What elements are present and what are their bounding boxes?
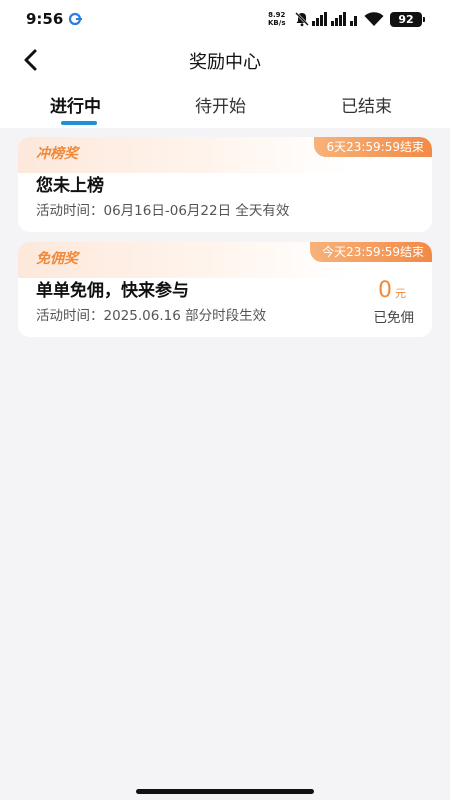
tab-ended[interactable]: 已结束	[341, 92, 392, 117]
card-title: 您未上榜	[36, 176, 104, 196]
status-bar: 9:56 8.92 KB/s 92	[0, 0, 450, 40]
home-indicator[interactable]	[136, 789, 314, 794]
wifi-icon	[364, 12, 384, 26]
reward-label: 已免佣	[373, 310, 415, 326]
network-speed-value: 8.92	[268, 11, 286, 19]
reward-card-commission-free[interactable]: 免佣奖 今天23:59:59结束 单单免佣，快来参与 活动时间：2025.06.…	[18, 242, 432, 337]
tab-in-progress[interactable]: 进行中	[50, 92, 101, 117]
activity-period: 活动时间：2025.06.16 部分时段生效	[36, 308, 267, 324]
back-arrow-icon[interactable]	[20, 48, 42, 72]
battery-icon: 92	[390, 12, 425, 27]
reward-amount-unit: 元	[395, 287, 406, 300]
status-time: 9:56	[26, 10, 64, 28]
tab-bar: 进行中 待开始 已结束	[0, 88, 450, 128]
nav-bar: 奖励中心	[0, 40, 450, 80]
card-title: 单单免佣，快来参与	[36, 281, 189, 301]
page-title: 奖励中心	[189, 52, 261, 73]
reward-tag: 冲榜奖	[36, 146, 78, 162]
network-speed: 8.92 KB/s	[268, 11, 285, 27]
active-tab-indicator	[61, 121, 97, 125]
countdown-badge: 6天23:59:59结束	[314, 137, 432, 157]
network-speed-unit: KB/s	[268, 19, 286, 27]
mute-bell-icon	[295, 12, 309, 27]
tab-upcoming[interactable]: 待开始	[195, 92, 246, 117]
signal-strength-icon	[312, 12, 357, 26]
top-area: 9:56 8.92 KB/s 92 奖励中心 进行中 待开始 已结束	[0, 0, 450, 128]
reward-amount-value: 0	[378, 278, 392, 303]
reward-card-ranking[interactable]: 冲榜奖 6天23:59:59结束 您未上榜 活动时间：06月16日-06月22日…	[18, 137, 432, 232]
app-notification-icon	[68, 12, 82, 26]
reward-tag: 免佣奖	[36, 251, 78, 267]
activity-period: 活动时间：06月16日-06月22日 全天有效	[36, 203, 290, 219]
countdown-badge: 今天23:59:59结束	[310, 242, 432, 262]
reward-amount: 0元	[378, 278, 406, 303]
